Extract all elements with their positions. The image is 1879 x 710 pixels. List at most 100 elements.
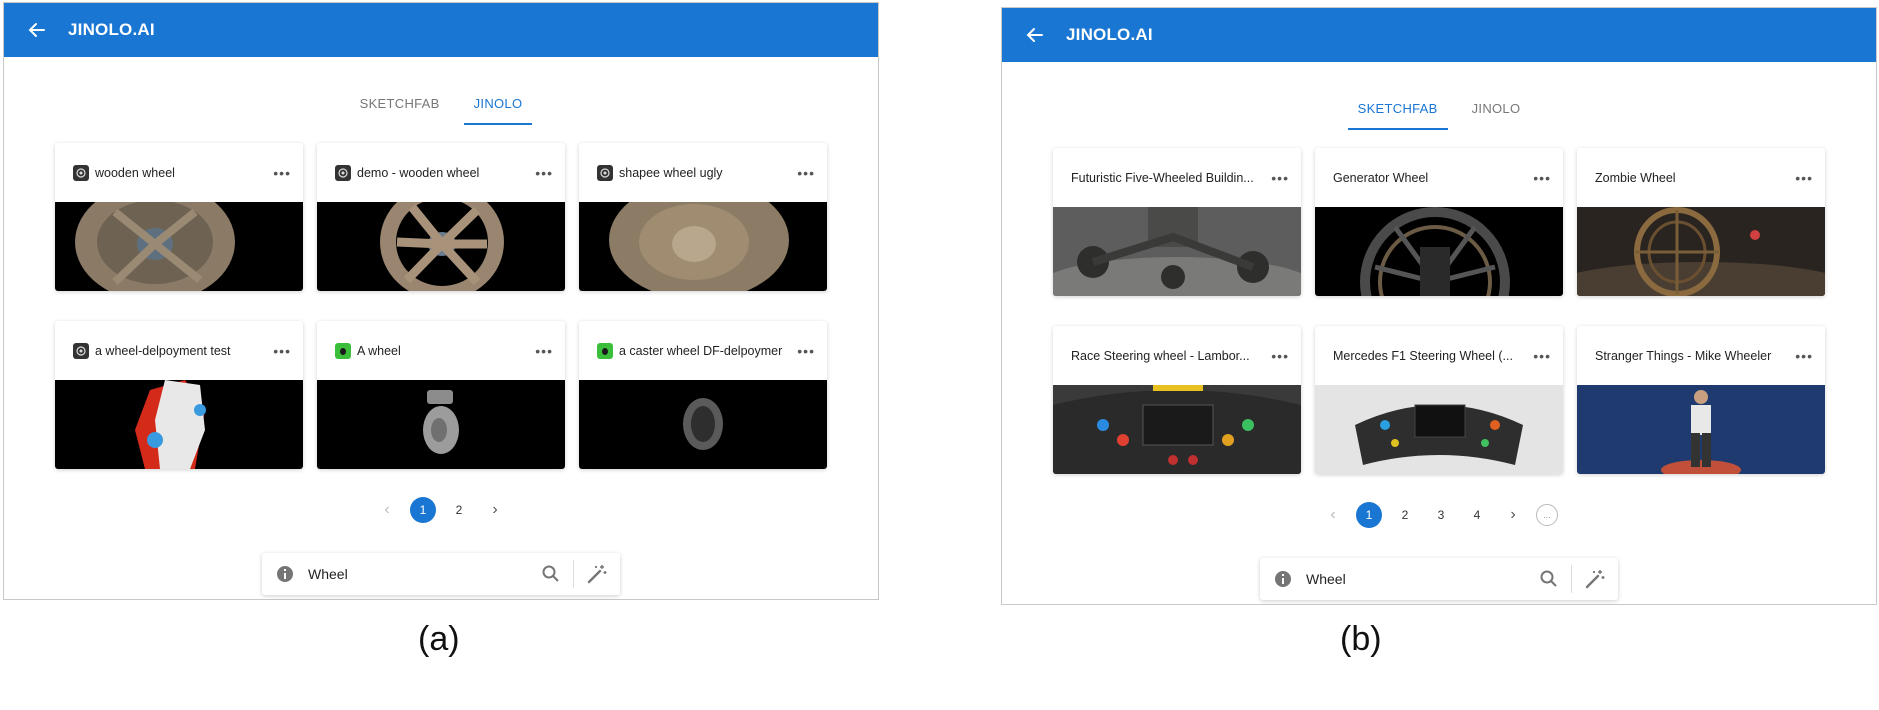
card-header: shapee wheel ugly ••• [579, 143, 827, 202]
magic-wand-icon[interactable] [586, 563, 608, 585]
divider [1571, 565, 1572, 593]
info-icon[interactable] [276, 565, 294, 583]
model-card[interactable]: a caster wheel DF-delpoymer ••• [579, 321, 827, 469]
card-title: Stranger Things - Mike Wheeler [1595, 348, 1772, 363]
page-2-button[interactable]: 2 [446, 497, 472, 523]
divider [573, 560, 574, 588]
card-title: wooden wheel [95, 165, 175, 180]
more-options-icon[interactable]: ••• [797, 165, 815, 181]
app-bar: JINOLO.AI [4, 3, 878, 57]
more-pages-button[interactable]: ... [1536, 504, 1558, 526]
card-title: Race Steering wheel - Lambor... [1071, 348, 1250, 363]
model-grid: Futuristic Five-Wheeled Buildin... ••• G… [1053, 148, 1828, 474]
card-title: Generator Wheel [1333, 170, 1429, 185]
model-thumbnail[interactable] [317, 380, 565, 469]
app-window-b: JINOLO.AI SKETCHFAB JINOLO Futuristic Fi… [1001, 7, 1877, 605]
more-options-icon[interactable]: ••• [1271, 348, 1289, 364]
app-title: JINOLO.AI [68, 20, 155, 39]
search-bar [262, 553, 620, 595]
model-card[interactable]: A wheel ••• [317, 321, 565, 469]
search-icon[interactable] [1539, 569, 1559, 589]
search-icon[interactable] [541, 564, 561, 584]
bug-avatar-icon [335, 342, 351, 359]
search-input[interactable] [306, 565, 541, 583]
tab-sketchfab[interactable]: SKETCHFAB [1347, 91, 1448, 130]
prev-page-button[interactable]: ‹ [1320, 502, 1346, 528]
model-thumbnail[interactable] [317, 202, 565, 291]
model-card[interactable]: shapee wheel ugly ••• [579, 143, 827, 291]
model-card[interactable]: wooden wheel ••• [55, 143, 303, 291]
model-thumbnail[interactable] [1577, 385, 1825, 474]
tab-jinolo[interactable]: JINOLO [463, 86, 533, 125]
caption-b: (b) [1340, 620, 1382, 658]
model-avatar-icon [73, 164, 89, 181]
page-1-button[interactable]: 1 [410, 497, 436, 523]
card-header: A wheel ••• [317, 321, 565, 380]
tab-jinolo[interactable]: JINOLO [1462, 91, 1531, 130]
magic-wand-icon[interactable] [1584, 568, 1606, 590]
more-options-icon[interactable]: ••• [1795, 170, 1813, 186]
model-thumbnail[interactable] [1053, 207, 1301, 296]
model-thumbnail[interactable] [1577, 207, 1825, 296]
model-thumbnail[interactable] [579, 380, 827, 469]
more-options-icon[interactable]: ••• [535, 343, 553, 359]
app-bar: JINOLO.AI [1002, 8, 1876, 62]
model-card[interactable]: Stranger Things - Mike Wheeler ••• [1577, 326, 1825, 474]
card-header: demo - wooden wheel ••• [317, 143, 565, 202]
more-options-icon[interactable]: ••• [1533, 170, 1551, 186]
model-card[interactable]: Race Steering wheel - Lambor... ••• [1053, 326, 1301, 474]
next-page-button[interactable]: › [1500, 502, 1526, 528]
page-2-button[interactable]: 2 [1392, 502, 1418, 528]
more-options-icon[interactable]: ••• [1271, 170, 1289, 186]
model-thumbnail[interactable] [55, 380, 303, 469]
model-card[interactable]: demo - wooden wheel ••• [317, 143, 565, 291]
card-title: a wheel-delpoyment test [95, 343, 231, 358]
more-options-icon[interactable]: ••• [273, 343, 291, 359]
model-card[interactable]: Futuristic Five-Wheeled Buildin... ••• [1053, 148, 1301, 296]
card-header: Race Steering wheel - Lambor... ••• [1053, 326, 1301, 385]
card-title: Futuristic Five-Wheeled Buildin... [1071, 170, 1254, 185]
page-4-button[interactable]: 4 [1464, 502, 1490, 528]
model-card[interactable]: Generator Wheel ••• [1315, 148, 1563, 296]
app-window-a: JINOLO.AI SKETCHFAB JINOLO wooden wheel … [3, 2, 879, 600]
model-thumbnail[interactable] [55, 202, 303, 291]
search-input[interactable] [1304, 570, 1539, 588]
model-card[interactable]: Mercedes F1 Steering Wheel (... ••• [1315, 326, 1563, 474]
card-header: Generator Wheel ••• [1315, 148, 1563, 207]
source-tabs: SKETCHFAB JINOLO [4, 86, 878, 125]
prev-page-button[interactable]: ‹ [374, 497, 400, 523]
model-card[interactable]: a wheel-delpoyment test ••• [55, 321, 303, 469]
source-tabs: SKETCHFAB JINOLO [1002, 91, 1876, 130]
app-title: JINOLO.AI [1066, 25, 1153, 44]
card-header: Zombie Wheel ••• [1577, 148, 1825, 207]
more-options-icon[interactable]: ••• [273, 165, 291, 181]
caption-a: (a) [418, 620, 460, 658]
card-title: shapee wheel ugly [619, 165, 723, 180]
card-title: a caster wheel DF-delpoymer [619, 343, 783, 358]
back-arrow-icon[interactable] [1022, 22, 1048, 48]
more-options-icon[interactable]: ••• [1795, 348, 1813, 364]
page-3-button[interactable]: 3 [1428, 502, 1454, 528]
bug-avatar-icon [597, 342, 613, 359]
card-title: Mercedes F1 Steering Wheel (... [1333, 348, 1513, 363]
model-card[interactable]: Zombie Wheel ••• [1577, 148, 1825, 296]
model-thumbnail[interactable] [1053, 385, 1301, 474]
model-thumbnail[interactable] [1315, 207, 1563, 296]
next-page-button[interactable]: › [482, 497, 508, 523]
more-options-icon[interactable]: ••• [535, 165, 553, 181]
back-arrow-icon[interactable] [24, 17, 50, 43]
more-options-icon[interactable]: ••• [1533, 348, 1551, 364]
model-grid: wooden wheel ••• demo - wooden wheel ••• [55, 143, 830, 469]
info-icon[interactable] [1274, 570, 1292, 588]
model-avatar-icon [335, 164, 351, 181]
card-header: Futuristic Five-Wheeled Buildin... ••• [1053, 148, 1301, 207]
card-title: demo - wooden wheel [357, 165, 480, 180]
model-thumbnail[interactable] [1315, 385, 1563, 474]
page-1-button[interactable]: 1 [1356, 502, 1382, 528]
model-avatar-icon [597, 164, 613, 181]
tab-sketchfab[interactable]: SKETCHFAB [350, 86, 450, 125]
model-avatar-icon [73, 342, 89, 359]
model-thumbnail[interactable] [579, 202, 827, 291]
card-title: A wheel [357, 343, 401, 358]
more-options-icon[interactable]: ••• [797, 343, 815, 359]
